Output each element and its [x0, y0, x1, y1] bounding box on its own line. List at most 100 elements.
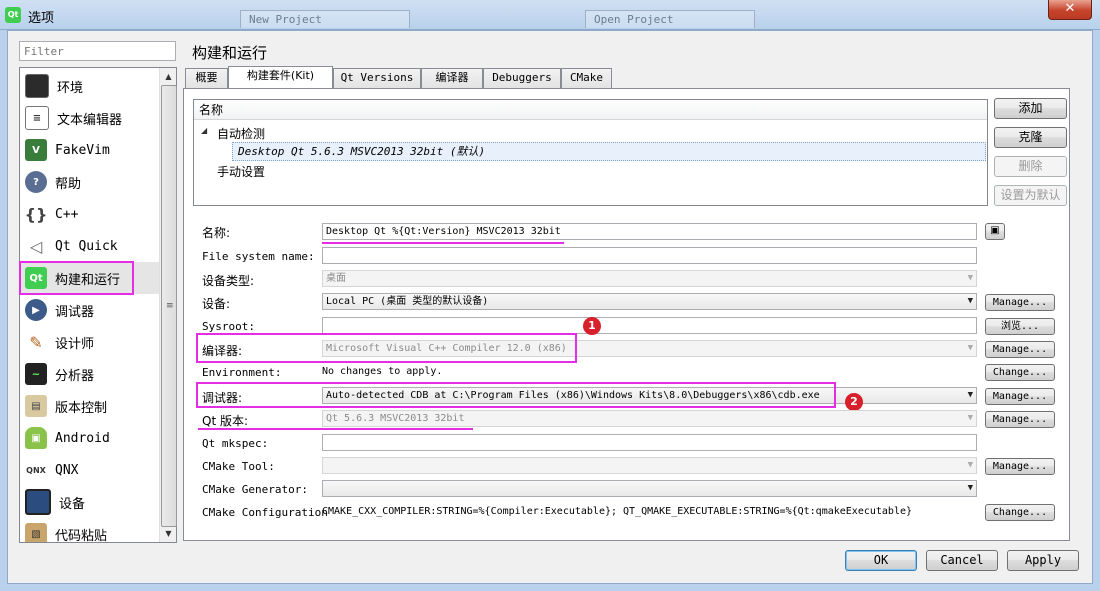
scroll-down-arrow-icon[interactable]: ▼ [160, 525, 177, 542]
scroll-up-arrow-icon[interactable]: ▲ [160, 68, 177, 85]
fs-name-label: File system name: [202, 250, 315, 263]
mkspec-label: Qt mkspec: [202, 437, 269, 450]
kits-tree-header: 名称 [194, 100, 987, 120]
background-tab-new-project: New Project [240, 10, 410, 28]
dropdown-arrow-icon: ▼ [967, 343, 973, 353]
tab-overview[interactable]: 概要 [185, 68, 228, 88]
sidebar-item-label: 帮助 [55, 176, 82, 192]
sidebar-item-code-paste[interactable]: ▧ 代码粘贴 [20, 518, 160, 543]
tab-kits[interactable]: 构建套件(Kit) [228, 66, 333, 89]
manage-qt-version-button[interactable]: Manage... [985, 411, 1055, 428]
window-title: 选项 [28, 11, 55, 26]
scrollbar-thumb[interactable]: ≡ [161, 85, 177, 527]
sidebar-item-label: 环境 [57, 80, 84, 96]
qt-version-label: Qt 版本: [202, 414, 249, 428]
tab-compilers[interactable]: 编译器 [421, 68, 483, 88]
combo-value: Local PC (桌面 类型的默认设备) [326, 296, 489, 307]
category-list: 环境 ≡ 文本编辑器 V FakeVim ? 帮助 {} C++ ◁ Qt Quick Q… [19, 67, 177, 543]
sidebar-scrollbar[interactable]: ▲ ≡ ▼ [159, 68, 177, 542]
combo-value: 桌面 [326, 273, 346, 284]
cancel-button[interactable]: Cancel [926, 550, 998, 571]
environment-value: No changes to apply. [322, 366, 443, 377]
tab-qt-versions[interactable]: Qt Versions [333, 68, 421, 88]
device-icon-button[interactable]: ▣ [985, 223, 1005, 240]
sidebar-item-qt-quick[interactable]: ◁ Qt Quick [20, 230, 160, 262]
annotation-badge-2: 2 [845, 393, 863, 411]
sidebar-item-label: 分析器 [55, 368, 95, 384]
tree-group-manual[interactable]: 手动设置 [217, 163, 265, 180]
sidebar-item-environment[interactable]: 环境 [20, 70, 160, 102]
sidebar-item-label: 调试器 [55, 304, 95, 320]
kit-row-selected[interactable]: Desktop Qt 5.6.3 MSVC2013 32bit (默认) [232, 142, 986, 161]
close-button[interactable]: ✕ [1048, 0, 1092, 20]
dropdown-arrow-icon: ▼ [967, 460, 973, 470]
tree-group-auto[interactable]: 自动检测 [217, 125, 265, 142]
code-paste-icon: ▧ [25, 523, 47, 542]
sidebar-item-qnx[interactable]: QNX QNX [20, 454, 160, 486]
manage-cmake-tool-button[interactable]: Manage... [985, 458, 1055, 475]
sidebar-item-label: 版本控制 [55, 400, 108, 416]
ok-button[interactable]: OK [845, 550, 917, 571]
cmake-tool-combo[interactable]: ▼ [322, 457, 977, 474]
browse-sysroot-button[interactable]: 浏览... [985, 318, 1055, 335]
name-label: 名称: [202, 226, 231, 240]
add-kit-button[interactable]: 添加 [994, 98, 1067, 119]
sidebar-item-android[interactable]: ▣ Android [20, 422, 160, 454]
name-field[interactable]: Desktop Qt %{Qt:Version} MSVC2013 32bit [322, 223, 977, 240]
device-type-combo[interactable]: 桌面 ▼ [322, 270, 977, 287]
android-icon: ▣ [25, 427, 47, 449]
qt-app-icon: Qt [5, 7, 21, 23]
annotation-underline-qt-version [198, 428, 473, 430]
sidebar-item-devices[interactable]: 设备 [20, 486, 160, 518]
manage-compiler-button[interactable]: Manage... [985, 341, 1055, 358]
sidebar-item-debugger[interactable]: ▶ 调试器 [20, 294, 160, 326]
help-icon: ? [25, 171, 47, 193]
remove-kit-button[interactable]: 删除 [994, 156, 1067, 177]
fakevim-icon: V [25, 139, 47, 161]
analyzer-icon: ~ [25, 363, 47, 385]
version-control-icon: ▤ [25, 395, 47, 417]
device-combo[interactable]: Local PC (桌面 类型的默认设备) ▼ [322, 293, 977, 310]
sidebar-item-label: 代码粘贴 [55, 528, 108, 543]
device-icon [25, 489, 51, 515]
sidebar-item-cpp[interactable]: {} C++ [20, 198, 160, 230]
change-environment-button[interactable]: Change... [985, 364, 1055, 381]
fs-name-field[interactable] [322, 247, 977, 264]
qt-version-combo[interactable]: Qt 5.6.3 MSVC2013 32bit ▼ [322, 410, 977, 427]
sidebar-item-help[interactable]: ? 帮助 [20, 166, 160, 198]
sidebar-item-analyzer[interactable]: ~ 分析器 [20, 358, 160, 390]
device-type-label: 设备类型: [202, 274, 255, 288]
sidebar-item-label: 设备 [59, 496, 86, 512]
cmake-generator-combo[interactable]: ▼ [322, 480, 977, 497]
background-tab-open-project: Open Project [585, 10, 755, 28]
combo-value: Qt 5.6.3 MSVC2013 32bit [326, 413, 465, 424]
cmake-config-label: CMake Configuration [202, 506, 328, 519]
sidebar-item-version-control[interactable]: ▤ 版本控制 [20, 390, 160, 422]
sidebar-item-label: FakeVim [55, 142, 110, 158]
cmake-tool-label: CMake Tool: [202, 460, 275, 473]
cpp-braces-icon: {} [24, 203, 48, 225]
sidebar-item-designer[interactable]: ✎ 设计师 [20, 326, 160, 358]
make-default-button[interactable]: 设置为默认 [994, 185, 1067, 206]
mkspec-field[interactable] [322, 434, 977, 451]
sidebar-item-text-editor[interactable]: ≡ 文本编辑器 [20, 102, 160, 134]
tab-debuggers[interactable]: Debuggers [483, 68, 561, 88]
dropdown-arrow-icon: ▼ [967, 273, 973, 283]
sidebar-item-fakevim[interactable]: V FakeVim [20, 134, 160, 166]
sidebar-item-label: 设计师 [55, 336, 95, 352]
change-cmake-config-button[interactable]: Change... [985, 504, 1055, 521]
manage-debugger-button[interactable]: Manage... [985, 388, 1055, 405]
tab-cmake[interactable]: CMake [561, 68, 612, 88]
device-label: 设备: [202, 297, 231, 311]
title-bar [0, 0, 1100, 30]
filter-input[interactable] [19, 41, 176, 61]
manage-device-button[interactable]: Manage... [985, 294, 1055, 311]
apply-button[interactable]: Apply [1007, 550, 1079, 571]
dropdown-arrow-icon: ▼ [967, 413, 973, 423]
collapse-triangle-icon[interactable]: ◢ [201, 126, 207, 135]
cmake-generator-label: CMake Generator: [202, 483, 308, 496]
debugger-icon: ▶ [25, 299, 47, 321]
page-title: 构建和运行 [192, 44, 268, 62]
clone-kit-button[interactable]: 克隆 [994, 127, 1067, 148]
sysroot-field[interactable] [322, 317, 977, 334]
